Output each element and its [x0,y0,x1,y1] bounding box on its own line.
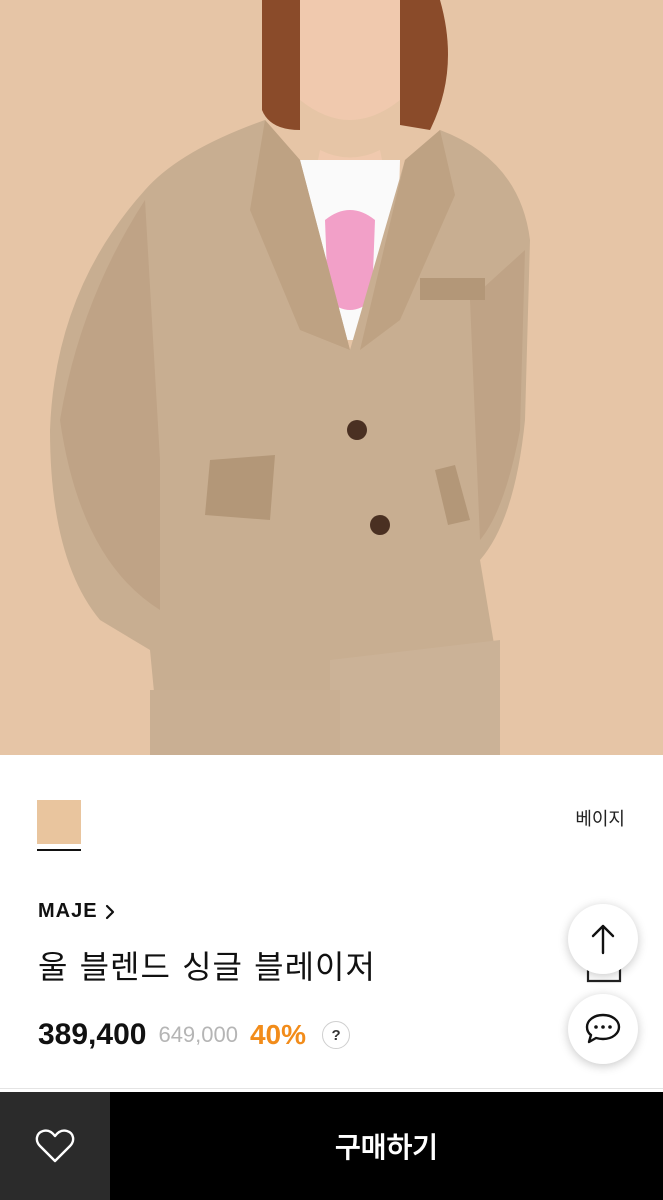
color-selector: 베이지 [0,755,663,865]
price-row: 389,400 649,000 40% ? [38,1018,351,1052]
buy-button[interactable]: 구매하기 [110,1092,663,1200]
color-name-label: 베이지 [575,809,625,830]
product-photo-illustration [0,0,663,755]
price-help-button[interactable]: ? [322,1021,351,1049]
selected-swatch-indicator [37,849,81,851]
heart-icon [35,1129,75,1163]
chat-button[interactable] [568,994,638,1064]
discount-rate: 40% [249,1019,307,1050]
brand-name: MAJE [38,900,98,922]
bottom-divider [0,1088,663,1089]
chat-bubble-icon [585,1013,621,1044]
brand-link[interactable]: MAJE [38,900,116,923]
product-title: 울 블렌드 싱글 블레이저 [38,948,376,986]
arrow-up-icon [591,924,615,955]
color-swatch-beige[interactable] [37,800,81,844]
wishlist-button[interactable] [0,1092,110,1200]
product-image[interactable] [0,0,663,755]
scroll-top-button[interactable] [568,904,638,974]
bottom-action-bar: 구매하기 [0,1092,663,1200]
chevron-right-icon [105,904,114,919]
sale-price: 389,400 [38,1018,147,1051]
original-price: 649,000 [158,1022,238,1047]
